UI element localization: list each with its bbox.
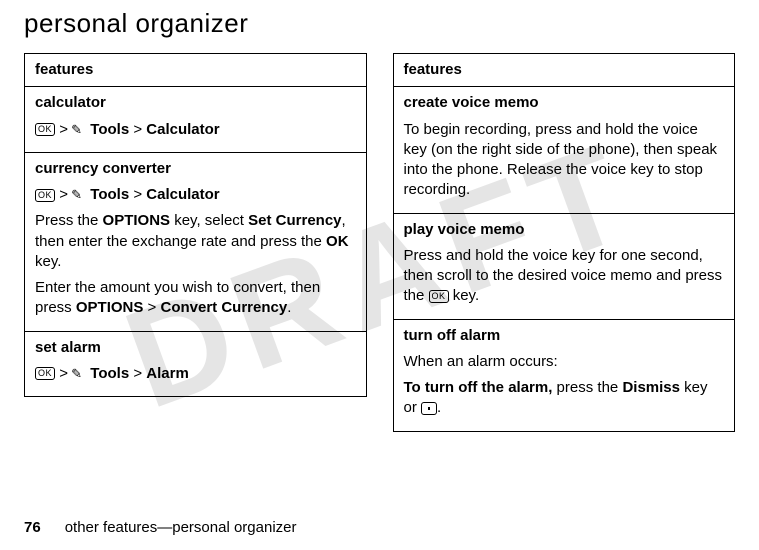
feature-title: create voice memo: [404, 93, 725, 113]
nav-path: OK > Tools > Calculator: [35, 120, 356, 140]
ok-key-icon: OK: [429, 290, 449, 303]
instruction-text: When an alarm occurs:: [404, 352, 725, 372]
feature-set-alarm: set alarm OK > Tools > Alarm: [25, 331, 367, 397]
tools-label: Tools: [90, 186, 129, 203]
page-content: personal organizer features calculator O…: [0, 0, 759, 550]
sep: >: [59, 121, 68, 138]
sep: >: [59, 365, 68, 382]
instruction-text: Press and hold the voice key for one sec…: [404, 246, 725, 307]
right-column: features create voice memo To begin reco…: [393, 53, 736, 432]
feature-title: play voice memo: [404, 220, 725, 240]
right-table: features create voice memo To begin reco…: [393, 53, 736, 432]
nav-path: OK > Tools > Calculator: [35, 185, 356, 205]
hangup-key-icon: [421, 402, 437, 415]
feature-currency-converter: currency converter OK > Tools > Calculat…: [25, 152, 367, 331]
target-label: Calculator: [146, 186, 219, 203]
columns: features calculator OK > Tools > Calcula…: [24, 53, 735, 432]
feature-turn-off-alarm: turn off alarm When an alarm occurs: To …: [393, 319, 735, 431]
feature-create-voice-memo: create voice memo To begin recording, pr…: [393, 87, 735, 213]
feature-calculator: calculator OK > Tools > Calculator: [25, 87, 367, 153]
tools-label: Tools: [90, 365, 129, 382]
page-title: personal organizer: [24, 8, 735, 39]
instruction-text: To begin recording, press and hold the v…: [404, 120, 725, 201]
right-table-header: features: [393, 54, 735, 87]
tools-icon: [72, 368, 86, 380]
instruction-text: Enter the amount you wish to convert, th…: [35, 278, 356, 319]
left-table-header: features: [25, 54, 367, 87]
feature-title: set alarm: [35, 338, 356, 358]
tools-icon: [72, 124, 86, 136]
sep: >: [59, 186, 68, 203]
nav-path: OK > Tools > Alarm: [35, 364, 356, 384]
page-footer: 76 other features—personal organizer: [24, 519, 296, 536]
sep: >: [133, 365, 142, 382]
sep: >: [133, 121, 142, 138]
sep: >: [133, 186, 142, 203]
ok-key-icon: OK: [35, 189, 55, 202]
instruction-text: Press the OPTIONS key, select Set Curren…: [35, 211, 356, 272]
feature-title: turn off alarm: [404, 326, 725, 346]
tools-label: Tools: [90, 121, 129, 138]
feature-title: currency converter: [35, 159, 356, 179]
target-label: Calculator: [146, 121, 219, 138]
ok-key-icon: OK: [35, 123, 55, 136]
left-column: features calculator OK > Tools > Calcula…: [24, 53, 367, 432]
left-table: features calculator OK > Tools > Calcula…: [24, 53, 367, 397]
tools-icon: [72, 189, 86, 201]
ok-key-icon: OK: [35, 367, 55, 380]
feature-title: calculator: [35, 93, 356, 113]
page-number: 76: [24, 519, 41, 536]
feature-play-voice-memo: play voice memo Press and hold the voice…: [393, 213, 735, 319]
instruction-text: To turn off the alarm, press the Dismiss…: [404, 378, 725, 419]
target-label: Alarm: [146, 365, 189, 382]
footer-text: other features—personal organizer: [65, 519, 297, 536]
